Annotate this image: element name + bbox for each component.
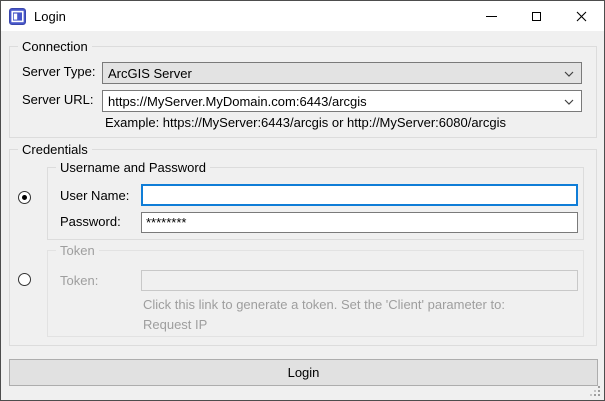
server-url-combobox[interactable]: https://MyServer.MyDomain.com:6443/arcgi…: [102, 90, 582, 112]
credentials-group-label: Credentials: [18, 142, 92, 157]
username-input[interactable]: [141, 184, 578, 206]
window-title: Login: [34, 9, 66, 24]
server-url-example-text: Example: https://MyServer:6443/arcgis or…: [105, 115, 506, 131]
titlebar-buttons: [469, 1, 604, 31]
minimize-icon: [486, 16, 497, 17]
close-icon: [576, 11, 587, 22]
username-password-radio[interactable]: [18, 191, 31, 204]
chevron-down-icon: [564, 71, 574, 77]
password-input[interactable]: [141, 212, 578, 233]
token-request-ip-text: Request IP: [143, 317, 207, 333]
chevron-down-icon: [564, 99, 574, 105]
token-group-label: Token: [56, 243, 99, 258]
titlebar[interactable]: Login: [1, 1, 604, 31]
token-label: Token:: [60, 273, 98, 289]
maximize-button[interactable]: [514, 1, 559, 31]
username-password-groupbox: Username and Password User Name: Passwor…: [47, 167, 584, 240]
token-hint-link-text: Click this link to generate a token. Set…: [143, 297, 505, 313]
token-radio[interactable]: [18, 273, 31, 286]
connection-groupbox: Connection Server Type: ArcGIS Server Se…: [9, 46, 597, 138]
close-button[interactable]: [559, 1, 604, 31]
login-dialog-window: Login Connection Server Type: ArcGIS Ser…: [0, 0, 605, 401]
login-button-label: Login: [288, 365, 320, 380]
maximize-icon: [532, 12, 541, 21]
server-url-label: Server URL:: [22, 92, 94, 108]
token-groupbox: Token Token: Click this link to generate…: [47, 250, 584, 337]
resize-grip-icon[interactable]: [589, 385, 602, 398]
username-label: User Name:: [60, 188, 129, 204]
minimize-button[interactable]: [469, 1, 514, 31]
server-type-value: ArcGIS Server: [108, 66, 192, 81]
server-type-label: Server Type:: [22, 64, 95, 80]
password-label: Password:: [60, 214, 121, 230]
server-type-dropdown[interactable]: ArcGIS Server: [102, 62, 582, 84]
username-password-group-label: Username and Password: [56, 160, 210, 175]
login-button[interactable]: Login: [9, 359, 598, 386]
connection-group-label: Connection: [18, 39, 92, 54]
credentials-groupbox: Credentials Username and Password User N…: [9, 149, 597, 346]
server-url-value: https://MyServer.MyDomain.com:6443/arcgi…: [108, 94, 367, 109]
app-form-icon: [9, 8, 26, 25]
token-input: [141, 270, 578, 291]
